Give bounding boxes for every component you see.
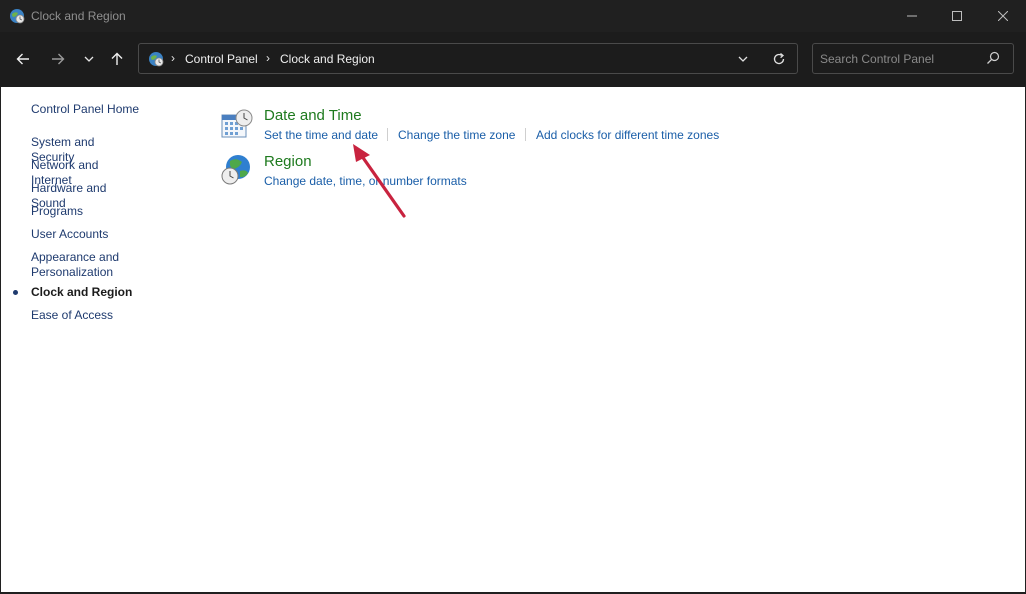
link-set-time-and-date[interactable]: Set the time and date	[264, 128, 378, 142]
sidebar-item-ease-of-access[interactable]: Ease of Access	[31, 308, 141, 323]
arrow-up-icon	[111, 52, 123, 65]
link-change-formats[interactable]: Change date, time, or number formats	[264, 174, 467, 188]
sidebar-item-user-accounts[interactable]: User Accounts	[31, 227, 141, 242]
search-icon[interactable]	[986, 51, 1000, 65]
chevron-down-icon	[84, 56, 94, 62]
arrow-left-icon	[16, 53, 29, 65]
address-dropdown-icon[interactable]	[735, 52, 751, 66]
breadcrumb-control-panel[interactable]: Control Panel	[185, 52, 258, 66]
back-button[interactable]	[10, 46, 36, 72]
refresh-button[interactable]	[769, 49, 789, 69]
search-input[interactable]	[820, 50, 980, 67]
minimize-icon	[907, 15, 917, 17]
breadcrumb-clock-and-region[interactable]: Clock and Region	[280, 52, 375, 66]
globe-clock-icon[interactable]	[220, 153, 254, 187]
breadcrumb-separator-icon: ›	[266, 51, 270, 65]
forward-button[interactable]	[45, 46, 71, 72]
close-button[interactable]	[980, 0, 1026, 32]
link-add-clocks[interactable]: Add clocks for different time zones	[536, 128, 719, 142]
maximize-icon	[952, 11, 962, 21]
navigation-bar: › Control Panel › Clock and Region	[0, 32, 1026, 87]
sidebar-item-programs[interactable]: Programs	[31, 204, 141, 219]
link-separator	[387, 128, 388, 141]
content-area: Control Panel Home System and Security N…	[1, 87, 1025, 592]
title-bar: Clock and Region	[0, 0, 1026, 32]
recent-locations-button[interactable]	[76, 46, 102, 72]
maximize-button[interactable]	[934, 0, 980, 32]
active-item-bullet-icon	[13, 290, 18, 295]
sidebar-item-clock-and-region[interactable]: Clock and Region	[31, 285, 141, 300]
calendar-clock-icon[interactable]	[220, 109, 254, 141]
search-box[interactable]	[812, 43, 1014, 74]
window-title: Clock and Region	[31, 9, 126, 23]
control-panel-icon	[10, 9, 25, 24]
arrow-right-icon	[52, 53, 65, 65]
link-separator	[525, 128, 526, 141]
breadcrumb-separator-icon: ›	[171, 51, 175, 65]
minimize-button[interactable]	[889, 0, 935, 32]
link-change-time-zone[interactable]: Change the time zone	[398, 128, 515, 142]
control-panel-icon	[149, 52, 164, 67]
up-button[interactable]	[104, 46, 130, 72]
sidebar-item-control-panel-home[interactable]: Control Panel Home	[31, 102, 141, 117]
sidebar-item-appearance-and-personalization[interactable]: Appearance and Personalization	[31, 250, 131, 280]
category-title-date-and-time[interactable]: Date and Time	[264, 107, 362, 124]
refresh-icon	[773, 52, 785, 65]
category-title-region[interactable]: Region	[264, 153, 312, 170]
address-bar[interactable]: › Control Panel › Clock and Region	[138, 43, 798, 74]
close-icon	[998, 11, 1008, 21]
